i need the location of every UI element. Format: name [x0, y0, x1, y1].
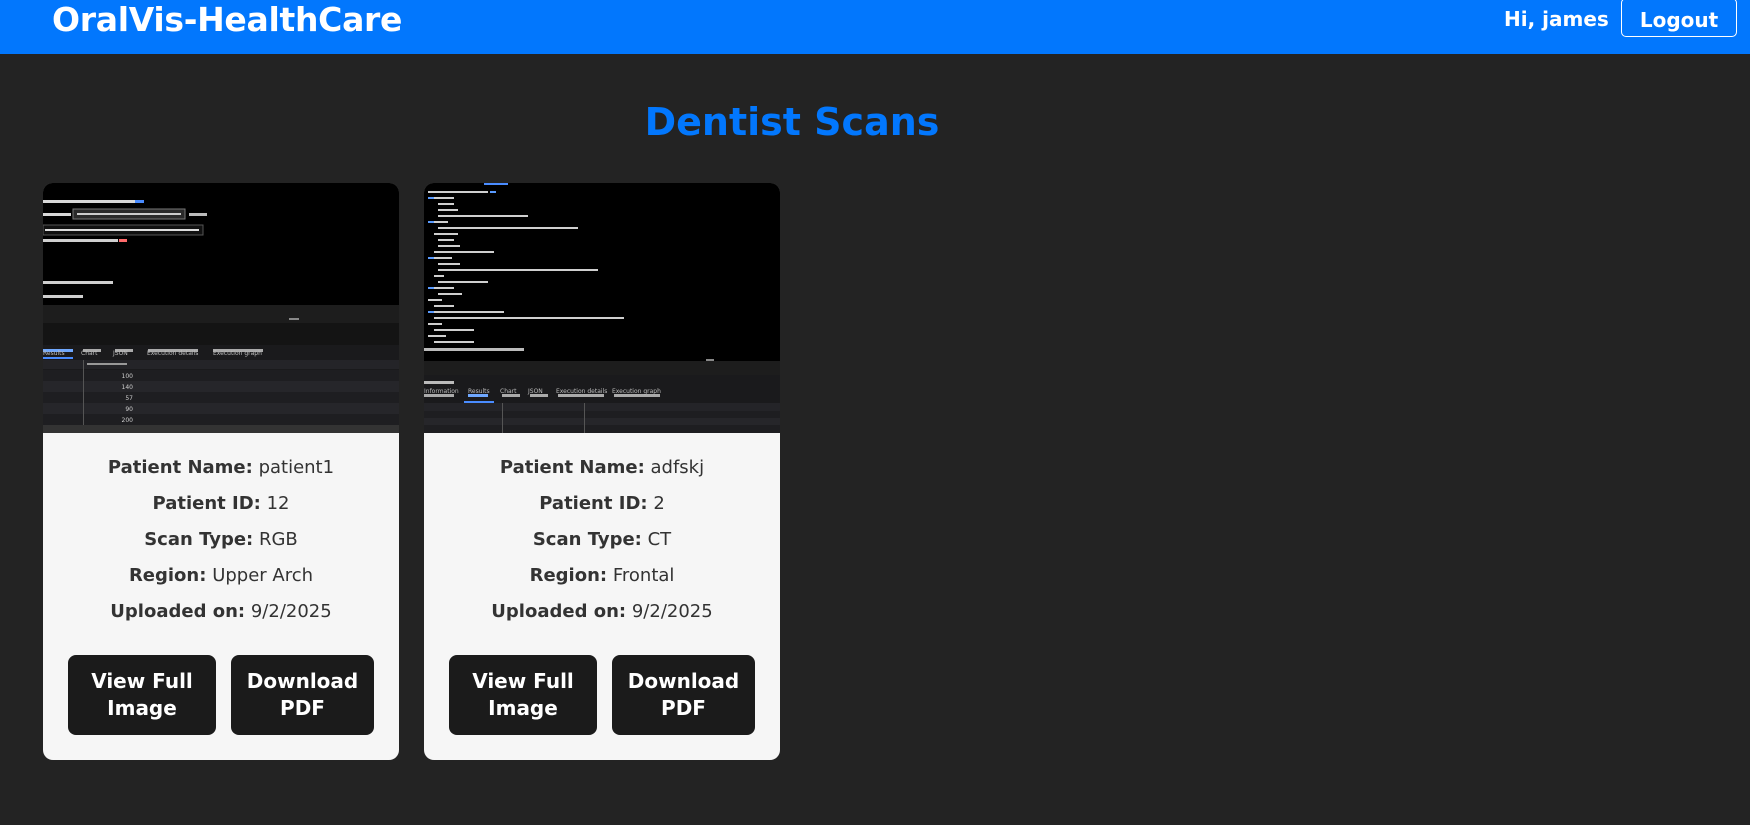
scan-details: Patient Name: patient1 Patient ID: 12 Sc… [43, 450, 399, 630]
uploaded-on-value: 9/2/2025 [631, 601, 713, 622]
uploaded-on-row: Uploaded on: 9/2/2025 [110, 601, 332, 622]
thumbnail-tab-label: Information [424, 388, 459, 395]
uploaded-on-value: 9/2/2025 [250, 601, 332, 622]
patient-name-row: Patient Name: adfskj [499, 457, 705, 478]
thumbnail-value: 100 [122, 373, 134, 380]
patient-name-row: Patient Name: patient1 [107, 457, 335, 478]
page-title: Dentist Scans [644, 100, 940, 144]
navbar: OralVis-HealthCare Hi, james Logout [0, 0, 1750, 54]
scan-type-row: Scan Type: CT [532, 529, 672, 550]
thumbnail-tab-label: Results [43, 350, 65, 357]
patient-id-row: Patient ID: 2 [539, 493, 665, 514]
uploaded-on-row: Uploaded on: 9/2/2025 [491, 601, 713, 622]
patient-id-row: Patient ID: 12 [152, 493, 290, 514]
patient-name-value: adfskj [650, 457, 705, 478]
thumbnail-tab-label: Results [468, 388, 490, 395]
thumbnail-tab-label: Execution graph [612, 388, 661, 395]
region-value: Upper Arch [212, 565, 314, 586]
thumbnail-value: 200 [122, 417, 134, 424]
scan-card: Results Chart JSON Execution details Executi… [43, 183, 399, 760]
thumbnail-tab-label: Execution details [556, 388, 607, 395]
scan-thumbnail[interactable]: Results Chart JSON Execution details Executi… [43, 183, 399, 433]
region-value: Frontal [612, 565, 675, 586]
scan-details: Patient Name: adfskj Patient ID: 2 Scan … [424, 450, 780, 630]
thumbnail-tab-label: Chart [81, 350, 98, 357]
view-full-image-button[interactable]: View Full Image [68, 655, 216, 735]
scan-image: Results Chart JSON Execution details Executi… [43, 183, 399, 433]
logout-button[interactable]: Logout [1621, 0, 1737, 37]
thumbnail-tab-label: Execution graph [213, 350, 262, 357]
thumbnail-tab-label: Execution details [147, 350, 198, 357]
thumbnail-value: 140 [122, 384, 134, 391]
region-row: Region: Frontal [529, 565, 675, 586]
patient-id-value: 12 [266, 493, 290, 514]
scan-type-value: RGB [258, 529, 298, 550]
thumbnail-tab-label: JSON [112, 350, 128, 357]
download-pdf-button[interactable]: Download PDF [612, 655, 755, 735]
scan-image: Information Results Chart JSON Execution det… [424, 183, 780, 433]
scan-type-value: CT [647, 529, 672, 550]
patient-name-value: patient1 [258, 457, 335, 478]
download-pdf-button[interactable]: Download PDF [231, 655, 374, 735]
scan-thumbnail[interactable]: Information Results Chart JSON Execution det… [424, 183, 780, 433]
thumbnail-value: 57 [125, 395, 133, 402]
thumbnail-tab-label: Chart [500, 388, 517, 395]
thumbnail-value: 90 [125, 406, 133, 413]
brand-title[interactable]: OralVis-HealthCare [52, 0, 402, 39]
user-greeting: Hi, james [1504, 7, 1609, 31]
thumbnail-tab-label: JSON [527, 388, 543, 395]
view-full-image-button[interactable]: View Full Image [449, 655, 597, 735]
scan-type-row: Scan Type: RGB [144, 529, 298, 550]
region-row: Region: Upper Arch [128, 565, 314, 586]
patient-id-value: 2 [653, 493, 665, 514]
scan-card: Information Results Chart JSON Execution det… [424, 183, 780, 760]
